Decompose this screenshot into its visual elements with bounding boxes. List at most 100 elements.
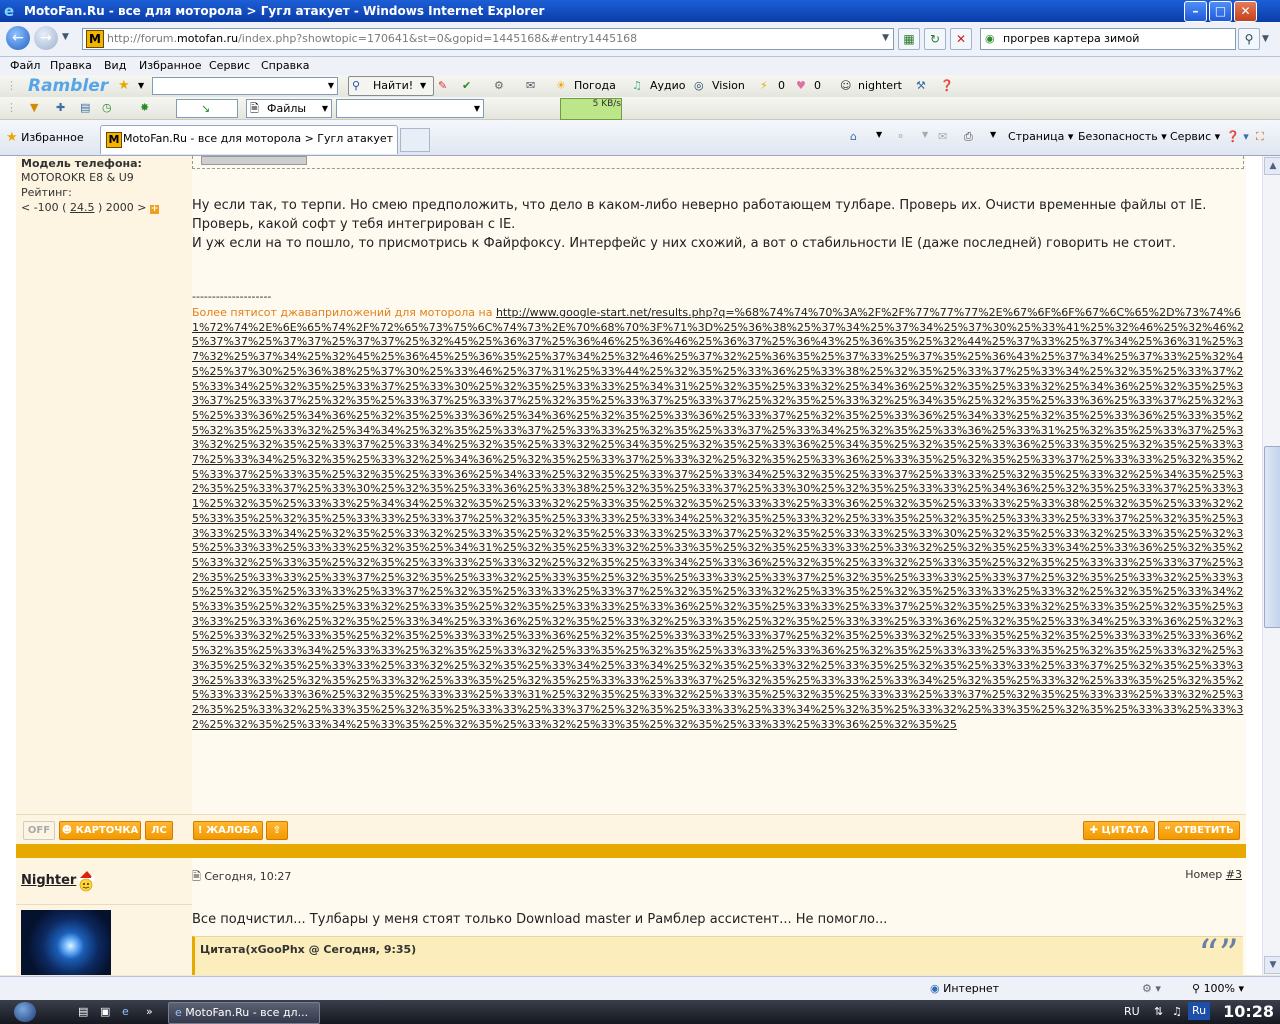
read-mail-icon[interactable]: ✉ — [938, 130, 947, 143]
rambler-search-dropdown-icon[interactable]: ▼ — [328, 75, 334, 97]
menu-help[interactable]: Справка — [261, 57, 309, 75]
queue-icon[interactable]: ▤ — [80, 97, 90, 119]
address-dropdown-icon[interactable]: ▼ — [882, 33, 889, 43]
vision-icon: ◎ — [694, 79, 704, 92]
files-select[interactable]: 🗎 Файлы ▼ — [246, 99, 332, 118]
reply-button[interactable]: “ ОТВЕТИТЬ — [1158, 821, 1240, 840]
vision-link[interactable]: Vision — [712, 75, 745, 97]
search-icon[interactable]: ⚲ — [1238, 28, 1260, 50]
report-button[interactable]: ! ЖАЛОБА — [193, 821, 263, 840]
category-select[interactable]: ▼ — [336, 99, 484, 118]
print-dropdown-icon[interactable]: ▼ — [990, 130, 996, 139]
language-indicator[interactable]: RU — [1124, 1000, 1140, 1024]
scroll-up-icon[interactable]: ▲ — [1264, 157, 1280, 175]
home-icon[interactable]: ⌂ — [850, 130, 857, 143]
menu-tools[interactable]: Сервис — [209, 57, 250, 75]
minimize-button[interactable]: – — [1184, 1, 1207, 22]
print-icon[interactable]: ⎙ — [964, 130, 973, 144]
quicklaunch-icon[interactable]: ▤ — [78, 1000, 88, 1024]
back-button[interactable]: ← — [6, 26, 30, 50]
plugin-icon[interactable]: ✸ — [140, 97, 149, 119]
post-actions: OFF ☻ КАРТОЧКА ЛС ! ЖАЛОБА ⇧ ✚ ЦИТАТА “ … — [16, 814, 1246, 843]
search-options-icon[interactable]: ▼ — [1262, 34, 1269, 44]
search-input[interactable]: ◉ прогрев картера зимой — [980, 28, 1236, 50]
save-icon[interactable]: ▣ — [100, 1000, 110, 1024]
menu-view[interactable]: Вид — [104, 57, 126, 75]
clock[interactable]: 10:28 — [1223, 1000, 1274, 1024]
help-icon[interactable]: ❓ — [940, 75, 954, 97]
ie-icon: e — [4, 2, 15, 20]
post-number-link[interactable]: #3 — [1226, 868, 1242, 881]
research-icon[interactable]: ⛶ — [1256, 130, 1264, 144]
new-tab-button[interactable] — [400, 128, 430, 152]
notification-count[interactable]: 0 — [778, 75, 785, 97]
scroll-down-icon[interactable]: ▼ — [1264, 956, 1280, 974]
santa-avatar-icon — [78, 871, 95, 892]
profile-card-button[interactable]: ☻ КАРТОЧКА — [59, 821, 141, 840]
volume-icon[interactable]: ♫ — [1172, 1000, 1182, 1024]
protected-mode-icon[interactable]: ⚙ ▾ — [1142, 977, 1161, 1001]
refresh-icon[interactable]: ↻ — [924, 28, 946, 50]
private-message-button[interactable]: ЛС — [145, 821, 173, 840]
likes-count[interactable]: 0 — [814, 75, 821, 97]
weather-link[interactable]: Погода — [574, 75, 616, 97]
rating-value[interactable]: 24.5 — [70, 201, 95, 214]
signature-link[interactable]: http://www.google-start.net/results.php?… — [192, 306, 1244, 731]
safety-menu[interactable]: Безопасность ▾ — [1078, 130, 1167, 143]
scroll-thumb[interactable] — [1264, 446, 1280, 628]
download-icon[interactable]: ▼ — [30, 97, 38, 119]
favorites-button[interactable]: ★ Избранное — [6, 130, 84, 145]
rating-plus-button[interactable]: + — [149, 205, 159, 214]
forward-button[interactable]: → — [34, 26, 58, 50]
ie-quicklaunch-icon[interactable]: e — [122, 1000, 129, 1024]
address-input[interactable]: M http://forum.motofan.ru/index.php?show… — [82, 28, 894, 50]
rambler-logo[interactable]: Rambler — [28, 76, 108, 96]
settings-icon[interactable]: ⚒ — [916, 75, 926, 97]
tools-menu[interactable]: Сервис ▾ — [1170, 130, 1220, 143]
post-author-link[interactable]: Nighter — [21, 873, 76, 888]
tab-motofan[interactable]: M MotoFan.Ru - все для моторола > Гугл а… — [100, 125, 398, 154]
category-dropdown-icon[interactable]: ▼ — [474, 100, 480, 117]
vertical-scrollbar[interactable]: ▲ ▼ — [1262, 156, 1280, 975]
page-menu[interactable]: Страница ▾ — [1008, 130, 1073, 143]
scroll-top-button[interactable]: ⇧ — [266, 821, 288, 840]
menu-file[interactable]: Файл — [10, 57, 40, 75]
rambler-search-input[interactable]: ▼ — [152, 77, 338, 95]
highlight-icon[interactable]: ✎ — [438, 75, 447, 97]
menu-edit[interactable]: Правка — [50, 57, 92, 75]
keyboard-layout[interactable]: Ru — [1188, 1002, 1210, 1020]
compatibility-icon[interactable]: ▦ — [898, 28, 920, 50]
zoom-level[interactable]: ⚲ 100% ▾ — [1192, 977, 1244, 1001]
help-icon[interactable]: ❓ ▾ — [1226, 130, 1249, 143]
tools-icon[interactable]: ⚙ — [494, 75, 504, 97]
find-dropdown-icon[interactable]: ▼ — [420, 75, 426, 97]
feeds-dropdown-icon[interactable]: ▼ — [922, 130, 928, 139]
quote-button[interactable]: ✚ ЦИТАТА — [1083, 821, 1155, 840]
feeds-icon[interactable]: ⚬ — [896, 130, 905, 143]
post-body: Ну если так, то терпи. Но смею предполож… — [192, 156, 1246, 814]
rambler-star-icon[interactable]: ★ — [118, 75, 130, 97]
search-provider-icon: ◉ — [985, 32, 995, 45]
mail-icon[interactable]: ✉ — [526, 75, 535, 97]
home-dropdown-icon[interactable]: ▼ — [876, 130, 882, 139]
stop-icon[interactable]: ✕ — [950, 28, 972, 50]
start-button[interactable] — [14, 1002, 36, 1022]
audio-link[interactable]: Аудио — [650, 75, 686, 97]
network-icon[interactable]: ⇅ — [1154, 1000, 1163, 1024]
add-icon[interactable]: ✚ — [56, 97, 65, 119]
quote-block: Цитата(xGooPhx @ Сегодня, 9:35) “” — [192, 935, 1243, 975]
rambler-star-dropdown-icon[interactable]: ▼ — [138, 75, 144, 97]
link-drop-box[interactable]: ↘ — [176, 99, 238, 118]
user-name[interactable]: nightert — [858, 75, 902, 97]
history-dropdown-icon[interactable]: ▼ — [62, 32, 69, 42]
antivirus-icon[interactable]: ✔ — [462, 75, 471, 97]
taskbar-item-ie[interactable]: e MotoFan.Ru - все дл... — [168, 1002, 320, 1024]
menu-favorites[interactable]: Избранное — [139, 57, 201, 75]
maximize-button[interactable]: □ — [1209, 1, 1232, 22]
files-dropdown-icon[interactable]: ▼ — [322, 100, 328, 117]
show-more-icon[interactable]: » — [146, 1000, 153, 1024]
schedule-icon[interactable]: ◷ — [102, 97, 112, 119]
security-zone[interactable]: ◉ Интернет — [930, 977, 999, 1001]
post-date: 🗎 Сегодня, 10:27 — [192, 870, 292, 883]
close-button[interactable]: ✕ — [1234, 1, 1257, 22]
